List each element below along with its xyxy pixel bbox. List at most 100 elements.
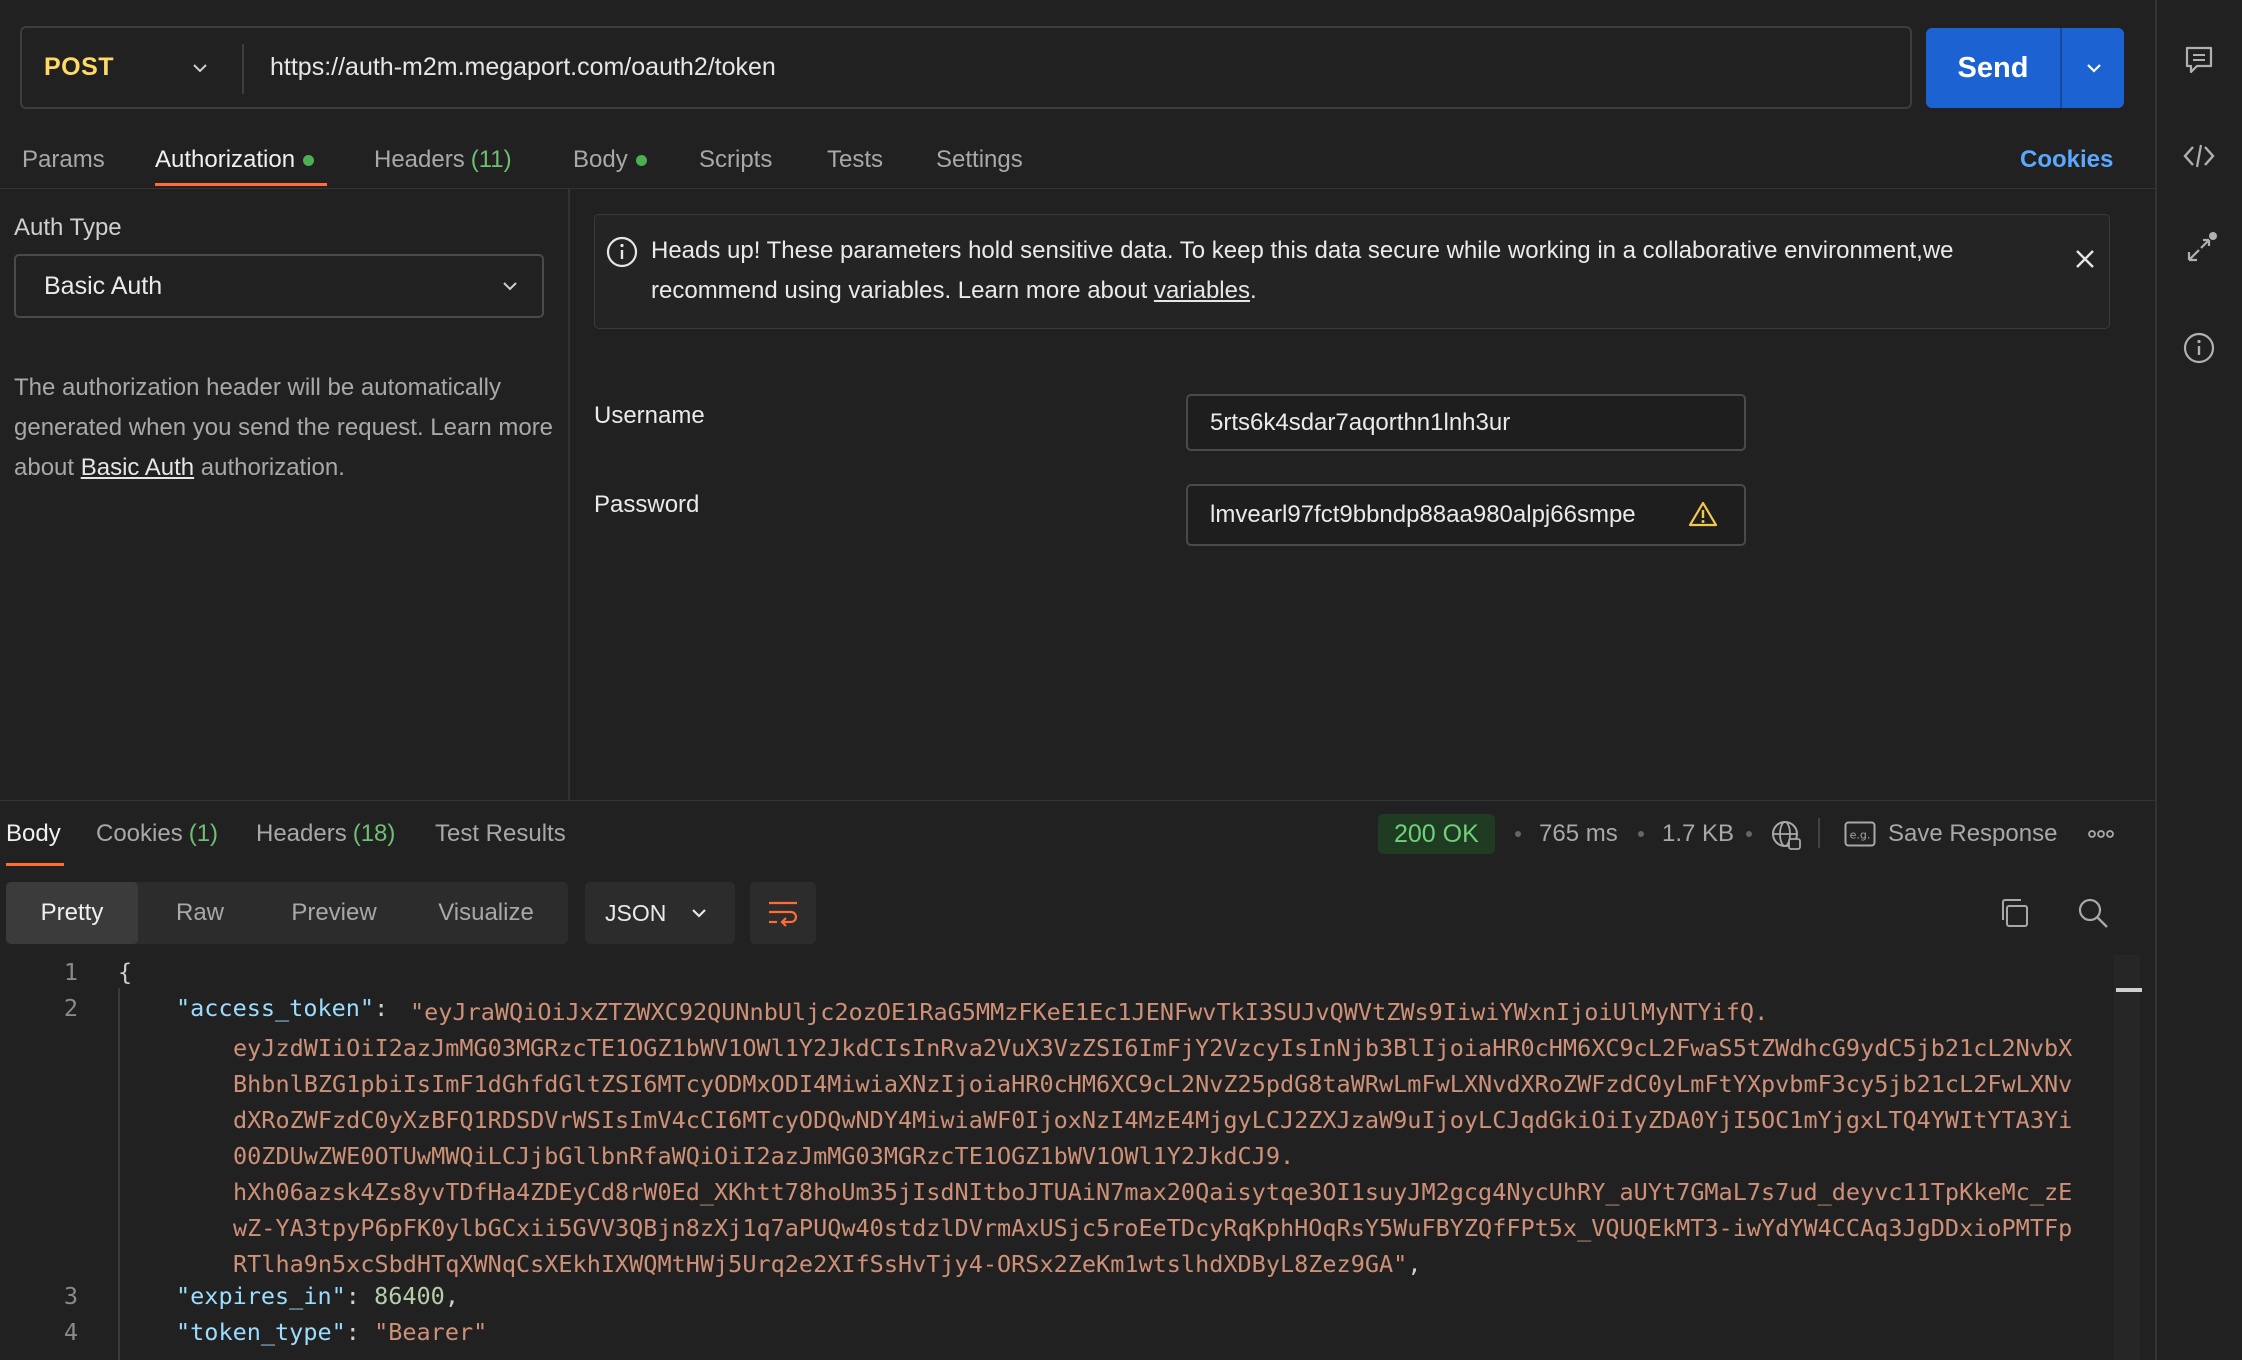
variables-link[interactable]: variables [1154,277,1250,304]
method-select[interactable]: POST [44,28,244,107]
response-tab-headers[interactable]: Headers (18) [256,814,395,854]
tab-authorization[interactable]: Authorization [155,140,315,180]
close-icon[interactable] [2071,245,2099,273]
panel-divider [568,189,570,800]
tab-scripts-label: Scripts [699,146,773,173]
response-tab-body[interactable]: Body [6,814,61,854]
username-value: 5rts6k4sdar7aqorthn1lnh3ur [1210,408,1511,436]
code-scrollbar-thumb[interactable] [2116,988,2142,992]
tabs-divider [0,188,2155,189]
response-tab-body-label: Body [6,820,61,847]
response-body-code[interactable]: 1 2 3 4 { "access_token": "eyJraWQiOiJxZ… [0,958,2140,1360]
tab-headers[interactable]: Headers (11) [374,140,512,180]
wrap-lines-icon [769,901,798,927]
json-key: "expires_in" [176,1282,346,1310]
meta-separator-dot [1746,831,1752,837]
tab-tests[interactable]: Tests [827,140,883,180]
tab-settings[interactable]: Settings [936,140,1023,180]
access-token-value: "eyJraWQiOiJxZTZWXC92QUNnbUljc2ozOE1RaG5… [233,998,2073,1278]
info-icon[interactable] [2179,328,2219,368]
code-line-expires-in: "expires_in": 86400, [176,1282,459,1310]
chevron-down-icon [692,909,706,918]
send-button[interactable]: Send [1926,28,2124,108]
code-scrollbar[interactable] [2114,955,2140,1360]
code-open-brace: { [118,958,132,986]
username-label: Username [594,402,705,429]
save-response-button[interactable]: Save Response [1888,814,2057,854]
tab-params[interactable]: Params [22,140,105,180]
chevron-down-icon [503,282,517,291]
view-pretty-button[interactable]: Pretty [6,882,138,944]
search-icon[interactable] [2076,896,2110,930]
response-size[interactable]: 1.7 KB [1662,814,1734,854]
tab-headers-label: Headers [374,146,465,173]
indent-guide [118,988,120,1360]
url-bar: POST https://auth-m2m.megaport.com/oauth… [20,26,1912,109]
info-icon [606,236,638,268]
response-tab-cookies[interactable]: Cookies (1) [96,814,218,854]
response-divider [0,800,2155,801]
tab-tests-label: Tests [827,146,884,173]
tab-params-label: Params [22,146,105,173]
related-collections-icon[interactable] [2179,230,2219,270]
send-label: Send [1957,51,2029,84]
view-mode-group: Pretty Raw Preview Visualize [6,882,568,944]
alert-text: Heads up! These parameters hold sensitiv… [651,231,2031,311]
auth-desc-text-end: authorization. [194,454,345,481]
alert-message: Heads up! These parameters hold sensitiv… [651,237,1954,304]
basic-auth-link[interactable]: Basic Auth [81,454,194,481]
headers-count: (11) [470,146,512,173]
alert-end: . [1249,277,1257,304]
response-tab-cookies-label: Cookies [96,820,183,847]
json-string-value: "eyJraWQiOiJxZTZWXC92QUNnbUljc2ozOE1RaG5… [233,998,2073,1278]
tab-body-label: Body [573,146,628,173]
cookies-count: (1) [188,820,219,847]
line-number: 3 [63,1282,78,1310]
password-field[interactable]: lmvearl97fct9bbndp88aa980alpj66smpe [1186,484,1746,546]
auth-type-select[interactable]: Basic Auth [14,254,544,318]
tab-scripts[interactable]: Scripts [699,140,772,180]
chevron-down-icon[interactable] [2083,58,2105,78]
url-input[interactable]: https://auth-m2m.megaport.com/oauth2/tok… [270,28,776,107]
response-time[interactable]: 765 ms [1539,814,1618,854]
response-tab-test-results-label: Test Results [435,820,566,847]
url-divider [242,44,244,94]
meta-separator-dot [1515,831,1521,837]
copy-icon[interactable] [1997,896,2031,930]
modified-dot [635,154,647,166]
wrap-lines-button[interactable] [750,882,816,944]
view-raw-button[interactable]: Raw [138,882,262,944]
code-icon[interactable] [2179,136,2219,176]
view-visualize-button[interactable]: Visualize [406,882,566,944]
meta-separator-dot [1638,831,1644,837]
username-field[interactable]: 5rts6k4sdar7aqorthn1lnh3ur [1186,394,1746,451]
active-response-tab-indicator [6,863,64,866]
password-value: lmvearl97fct9bbndp88aa980alpj66smpe [1210,501,1636,528]
code-line-token-type: "token_type": "Bearer" [176,1318,488,1346]
globe-icon[interactable] [1770,819,1802,851]
view-preview-button[interactable]: Preview [262,882,406,944]
json-number-value: 86400 [374,1282,445,1310]
sensitive-data-alert: Heads up! These parameters hold sensitiv… [594,214,2110,329]
tab-settings-label: Settings [936,146,1023,173]
svg-text:e.g.: e.g. [1850,829,1871,842]
comments-icon[interactable] [2179,40,2219,80]
response-tab-test-results[interactable]: Test Results [435,814,566,854]
method-label: POST [44,53,115,81]
status-badge[interactable]: 200 OK [1378,814,1495,854]
tab-body[interactable]: Body [573,140,647,180]
open-brace: { [118,958,133,986]
line-number: 4 [63,1318,78,1346]
password-label: Password [594,491,700,518]
example-icon[interactable]: e.g. [1844,821,1876,847]
line-number: 2 [63,994,78,1022]
send-split-divider [2060,28,2062,108]
auth-type-label: Auth Type [14,214,122,241]
auth-type-value: Basic Auth [44,271,163,300]
cookies-link[interactable]: Cookies [2020,140,2113,180]
more-options-icon[interactable] [2086,824,2116,844]
format-select[interactable]: JSON [585,882,735,944]
right-sidebar [2155,0,2242,1360]
chevron-down-icon[interactable] [190,58,210,78]
format-label: JSON [605,899,667,926]
